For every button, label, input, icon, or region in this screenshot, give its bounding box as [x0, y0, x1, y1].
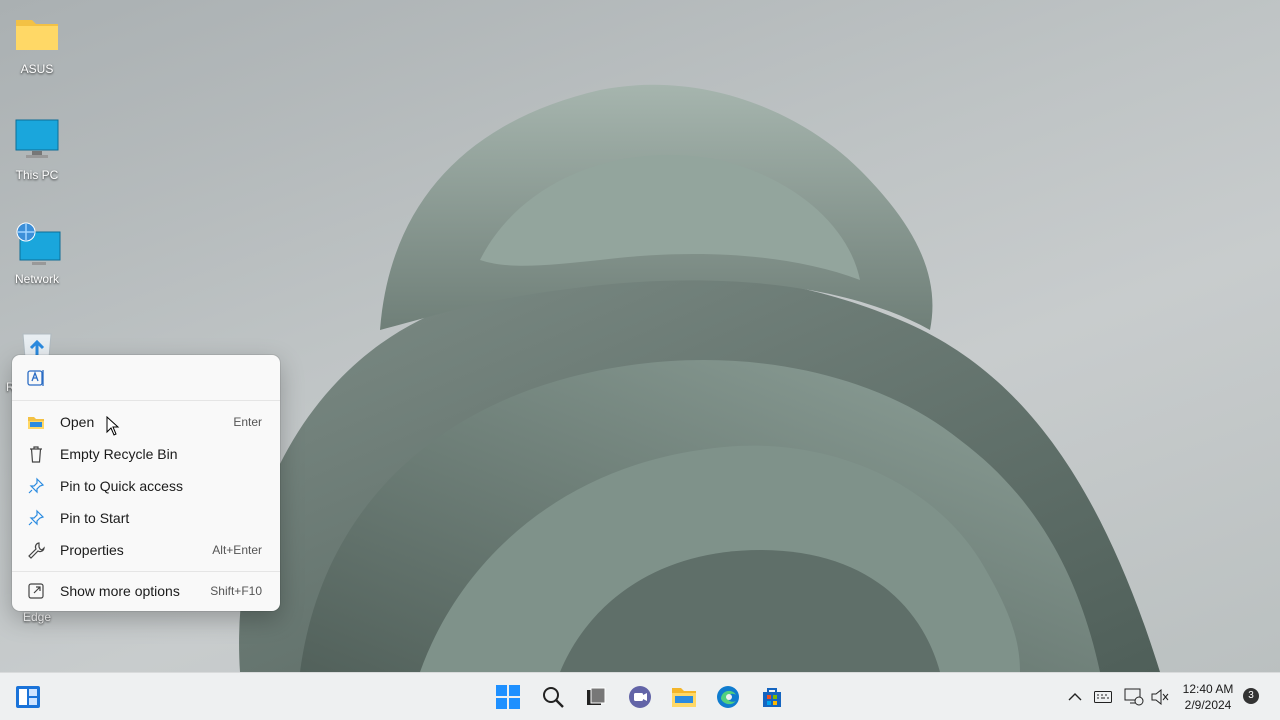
task-view-button[interactable]: [580, 681, 612, 713]
menu-item-label: Empty Recycle Bin: [60, 446, 178, 462]
desktop-icon-network[interactable]: Network: [0, 222, 74, 286]
menu-item-label: Open: [60, 414, 95, 430]
menu-item-shortcut: Alt+Enter: [212, 543, 262, 557]
tray-overflow-button[interactable]: [1063, 685, 1087, 709]
folder-icon: [14, 12, 60, 58]
search-button[interactable]: [537, 681, 569, 713]
chat-button[interactable]: [624, 681, 656, 713]
menu-item-pin-quick-access[interactable]: Pin to Quick access: [16, 471, 276, 501]
menu-item-show-more-options[interactable]: Show more options Shift+F10: [16, 576, 276, 606]
menu-item-label: Show more options: [60, 583, 180, 599]
desktop-icon-this-pc[interactable]: This PC: [0, 118, 74, 182]
clock-time: 12:40 AM: [1182, 682, 1234, 696]
menu-item-label: Properties: [60, 542, 124, 558]
chevron-up-icon: [1068, 692, 1082, 702]
rename-icon[interactable]: [26, 368, 46, 388]
monitor-icon: [14, 118, 60, 164]
context-menu: Open Enter Empty Recycle Bin Pin to Quic…: [12, 355, 280, 611]
mouse-cursor-icon: [106, 415, 120, 441]
menu-item-properties[interactable]: Properties Alt+Enter: [16, 535, 276, 565]
edge-button[interactable]: [712, 681, 744, 713]
menu-separator: [12, 571, 280, 572]
menu-item-pin-to-start[interactable]: Pin to Start: [16, 503, 276, 533]
store-button[interactable]: [756, 681, 788, 713]
menu-item-empty-recycle-bin[interactable]: Empty Recycle Bin: [16, 439, 276, 469]
volume-button[interactable]: [1148, 685, 1172, 709]
chat-icon: [627, 684, 653, 710]
widgets-button[interactable]: [12, 681, 44, 713]
network-status-button[interactable]: [1122, 685, 1146, 709]
volume-muted-icon: [1151, 689, 1169, 705]
widgets-icon: [15, 685, 41, 709]
menu-item-shortcut: Shift+F10: [210, 584, 262, 598]
folder-open-icon: [26, 412, 46, 432]
network-icon: [14, 222, 61, 268]
ethernet-icon: [1124, 688, 1144, 706]
desktop-icon-label: Edge: [22, 610, 52, 624]
start-button[interactable]: [492, 681, 524, 713]
desktop-icon-label: Network: [14, 272, 59, 286]
store-icon: [760, 685, 784, 709]
search-icon: [541, 685, 565, 709]
edge-icon: [715, 684, 741, 710]
input-indicator-button[interactable]: [1091, 685, 1115, 709]
menu-item-label: Pin to Quick access: [60, 478, 183, 494]
pin-icon: [26, 508, 46, 528]
desktop-icon-label: ASUS: [20, 62, 54, 76]
pin-icon: [26, 476, 46, 496]
clock-date: 2/9/2024: [1184, 698, 1232, 712]
wrench-icon: [26, 540, 46, 560]
clock[interactable]: 12:40 AM 2/9/2024: [1176, 681, 1240, 713]
file-explorer-button[interactable]: [668, 681, 700, 713]
file-explorer-icon: [671, 685, 697, 709]
keyboard-icon: [1094, 691, 1112, 703]
desktop-icon-label: This PC: [15, 168, 59, 182]
taskbar: 12:40 AM 2/9/2024: [0, 672, 1280, 720]
trash-icon: [26, 444, 46, 464]
start-icon: [496, 685, 520, 709]
share-icon: [26, 581, 46, 601]
menu-item-open[interactable]: Open Enter: [16, 407, 276, 437]
menu-item-shortcut: Enter: [233, 415, 262, 429]
context-menu-toolbar: [12, 355, 280, 401]
notification-badge[interactable]: 3: [1243, 688, 1259, 704]
desktop-icon-asus[interactable]: ASUS: [0, 12, 74, 76]
task-view-icon: [584, 685, 608, 709]
menu-item-label: Pin to Start: [60, 510, 130, 526]
